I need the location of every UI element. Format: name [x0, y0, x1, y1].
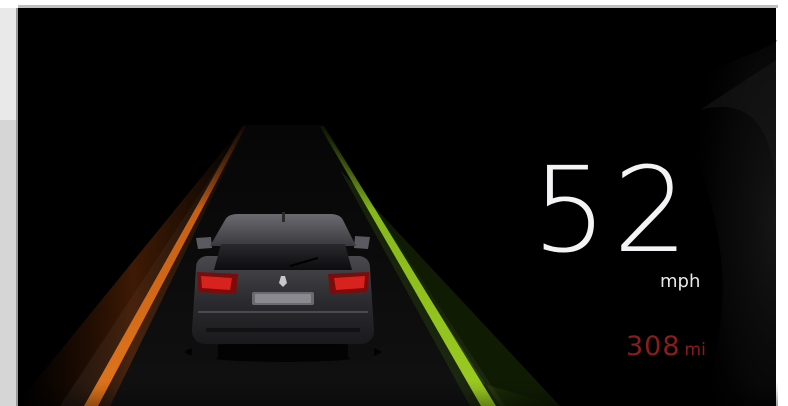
- range-readout: 308 mi: [626, 332, 706, 365]
- range-unit-label: mi: [684, 340, 706, 360]
- speed-unit-label: mph: [660, 271, 701, 292]
- instrument-cluster-screen: 52 mph 308 mi: [0, 0, 788, 406]
- speed-readout: 52: [532, 141, 695, 279]
- range-value: 308: [626, 331, 681, 362]
